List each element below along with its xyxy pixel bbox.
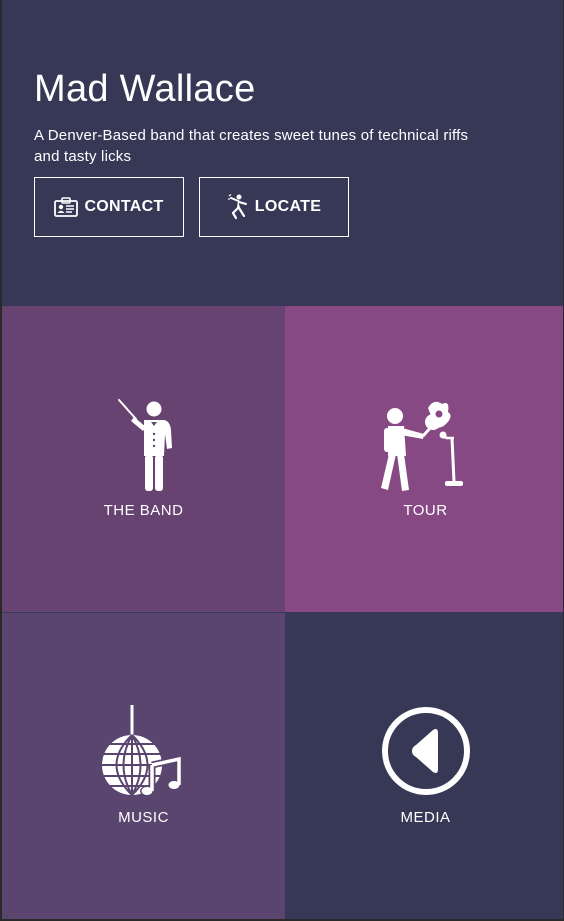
tile-tour[interactable]: TOUR xyxy=(285,306,563,612)
page: Mad Wallace A Denver-Based band that cre… xyxy=(0,0,564,921)
page-subtitle: A Denver-Based band that creates sweet t… xyxy=(34,127,469,165)
hero-section: Mad Wallace A Denver-Based band that cre… xyxy=(2,0,563,306)
contact-button[interactable]: CONTACT xyxy=(34,177,184,237)
tile-the-band-label: THE BAND xyxy=(103,502,184,519)
locate-button-label: LOCATE xyxy=(254,198,322,215)
dancer-icon xyxy=(227,194,249,220)
tile-media[interactable]: MEDIA xyxy=(285,613,563,919)
performer-icon xyxy=(376,398,476,499)
tile-music[interactable]: MUSIC xyxy=(2,613,285,919)
tile-media-label: MEDIA xyxy=(400,809,451,826)
id-card-icon xyxy=(54,197,79,217)
tile-the-band[interactable]: THE BAND xyxy=(2,306,285,612)
contact-button-label: CONTACT xyxy=(84,198,164,215)
locate-button[interactable]: LOCATE xyxy=(199,177,349,237)
conductor-icon xyxy=(104,398,184,499)
tile-tour-label: TOUR xyxy=(403,502,448,519)
play-back-icon xyxy=(380,705,472,802)
tile-music-label: MUSIC xyxy=(118,809,169,826)
page-title: Mad Wallace xyxy=(34,68,256,110)
disco-ball-icon xyxy=(99,705,189,806)
